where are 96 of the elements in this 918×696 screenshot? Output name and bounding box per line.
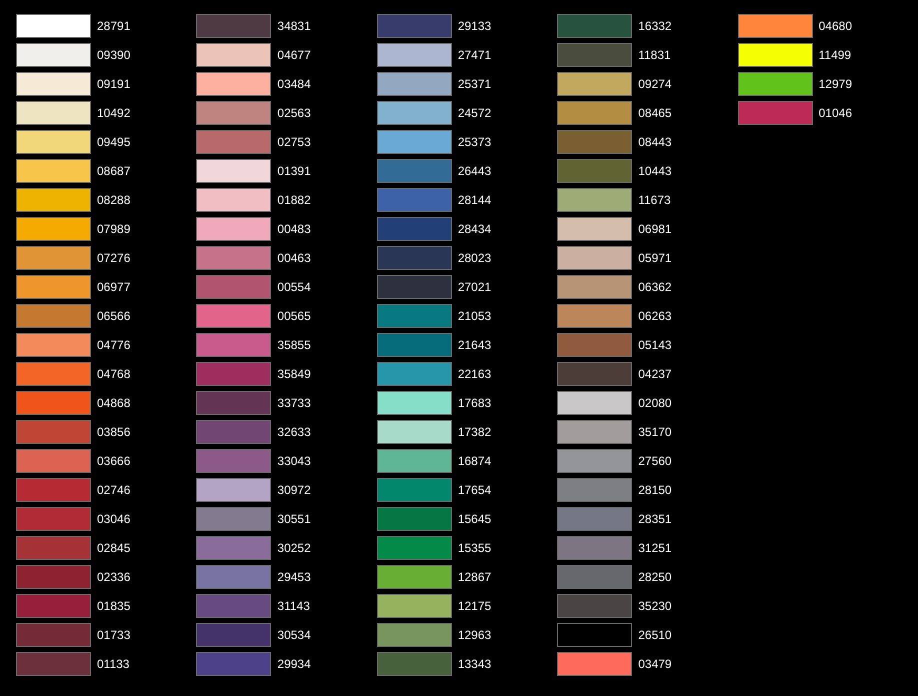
color-code: 09274 bbox=[638, 78, 672, 90]
color-code: 03479 bbox=[638, 658, 672, 670]
color-code: 25373 bbox=[458, 136, 492, 148]
color-code: 00463 bbox=[277, 252, 311, 264]
color-code: 11499 bbox=[818, 49, 852, 61]
color-code: 30551 bbox=[277, 513, 311, 525]
color-code: 02845 bbox=[97, 542, 130, 554]
color-code: 03046 bbox=[97, 513, 130, 525]
color-code: 35170 bbox=[638, 426, 672, 438]
color-code: 00483 bbox=[277, 223, 311, 235]
color-code: 28434 bbox=[458, 223, 492, 235]
color-code: 15645 bbox=[458, 513, 492, 525]
color-code: 09390 bbox=[97, 49, 130, 61]
color-code: 05971 bbox=[638, 252, 672, 264]
color-code: 04677 bbox=[277, 49, 311, 61]
color-code: 33733 bbox=[277, 397, 311, 409]
color-code: 06977 bbox=[97, 281, 130, 293]
color-code: 28150 bbox=[638, 484, 672, 496]
color-code: 25371 bbox=[458, 78, 492, 90]
color-code: 29453 bbox=[277, 571, 311, 583]
color-code: 21643 bbox=[458, 339, 492, 351]
color-code: 29934 bbox=[277, 658, 311, 670]
color-code: 32633 bbox=[277, 426, 311, 438]
color-code: 01046 bbox=[818, 107, 852, 119]
color-code: 01733 bbox=[97, 629, 130, 641]
color-code: 34831 bbox=[277, 20, 311, 32]
color-code: 28791 bbox=[97, 20, 130, 32]
color-code: 00554 bbox=[277, 281, 311, 293]
color-code: 30972 bbox=[277, 484, 311, 496]
color-code: 30534 bbox=[277, 629, 311, 641]
color-code: 12175 bbox=[458, 600, 492, 612]
color-code: 06566 bbox=[97, 310, 130, 322]
color-code: 07989 bbox=[97, 223, 130, 235]
color-code: 06981 bbox=[638, 223, 672, 235]
color-code: 06362 bbox=[638, 281, 672, 293]
color-code: 00565 bbox=[277, 310, 311, 322]
color-code: 12979 bbox=[818, 78, 852, 90]
color-code: 10443 bbox=[638, 165, 672, 177]
color-code: 11673 bbox=[638, 194, 671, 206]
color-code: 01391 bbox=[277, 165, 311, 177]
color-code: 04776 bbox=[97, 339, 130, 351]
color-code: 08288 bbox=[97, 194, 130, 206]
color-code: 16332 bbox=[638, 20, 672, 32]
color-code: 16874 bbox=[458, 455, 492, 467]
color-code: 05143 bbox=[638, 339, 672, 351]
color-code: 03484 bbox=[277, 78, 311, 90]
color-code: 04680 bbox=[818, 20, 852, 32]
color-code: 08687 bbox=[97, 165, 130, 177]
color-code: 12867 bbox=[458, 571, 492, 583]
color-code: 08465 bbox=[638, 107, 672, 119]
color-code: 01133 bbox=[97, 658, 130, 670]
color-code: 17654 bbox=[458, 484, 492, 496]
color-code: 17683 bbox=[458, 397, 492, 409]
color-code: 02753 bbox=[277, 136, 311, 148]
color-code: 31251 bbox=[638, 542, 672, 554]
color-code: 26443 bbox=[458, 165, 492, 177]
color-code: 29133 bbox=[458, 20, 492, 32]
color-code: 12963 bbox=[458, 629, 492, 641]
color-code: 11831 bbox=[638, 49, 671, 61]
color-code: 21053 bbox=[458, 310, 492, 322]
color-code: 28023 bbox=[458, 252, 492, 264]
color-code: 28144 bbox=[458, 194, 492, 206]
color-code: 27560 bbox=[638, 455, 672, 467]
color-code: 09191 bbox=[97, 78, 130, 90]
color-code: 30252 bbox=[277, 542, 311, 554]
color-code: 02746 bbox=[97, 484, 130, 496]
color-code: 03666 bbox=[97, 455, 130, 467]
color-code: 27471 bbox=[458, 49, 492, 61]
color-code: 01835 bbox=[97, 600, 130, 612]
color-code: 13343 bbox=[458, 658, 492, 670]
color-code: 26510 bbox=[638, 629, 672, 641]
color-code: 35230 bbox=[638, 600, 672, 612]
color-code: 06263 bbox=[638, 310, 672, 322]
color-code: 31143 bbox=[277, 600, 310, 612]
color-code: 02563 bbox=[277, 107, 311, 119]
color-code: 04768 bbox=[97, 368, 130, 380]
color-code: 02080 bbox=[638, 397, 672, 409]
color-code: 35849 bbox=[277, 368, 311, 380]
color-code: 10492 bbox=[97, 107, 130, 119]
color-code: 24572 bbox=[458, 107, 492, 119]
color-code: 01882 bbox=[277, 194, 311, 206]
color-code: 28250 bbox=[638, 571, 672, 583]
color-code: 02336 bbox=[97, 571, 130, 583]
color-code: 09495 bbox=[97, 136, 130, 148]
color-code: 04868 bbox=[97, 397, 130, 409]
color-code: 04237 bbox=[638, 368, 672, 380]
color-code: 33043 bbox=[277, 455, 311, 467]
color-code: 07276 bbox=[97, 252, 130, 264]
color-code: 22163 bbox=[458, 368, 492, 380]
color-code: 15355 bbox=[458, 542, 492, 554]
color-code: 08443 bbox=[638, 136, 672, 148]
color-code: 27021 bbox=[458, 281, 492, 293]
color-code: 35855 bbox=[277, 339, 311, 351]
color-code: 17382 bbox=[458, 426, 492, 438]
color-code: 03856 bbox=[97, 426, 130, 438]
color-code: 28351 bbox=[638, 513, 672, 525]
